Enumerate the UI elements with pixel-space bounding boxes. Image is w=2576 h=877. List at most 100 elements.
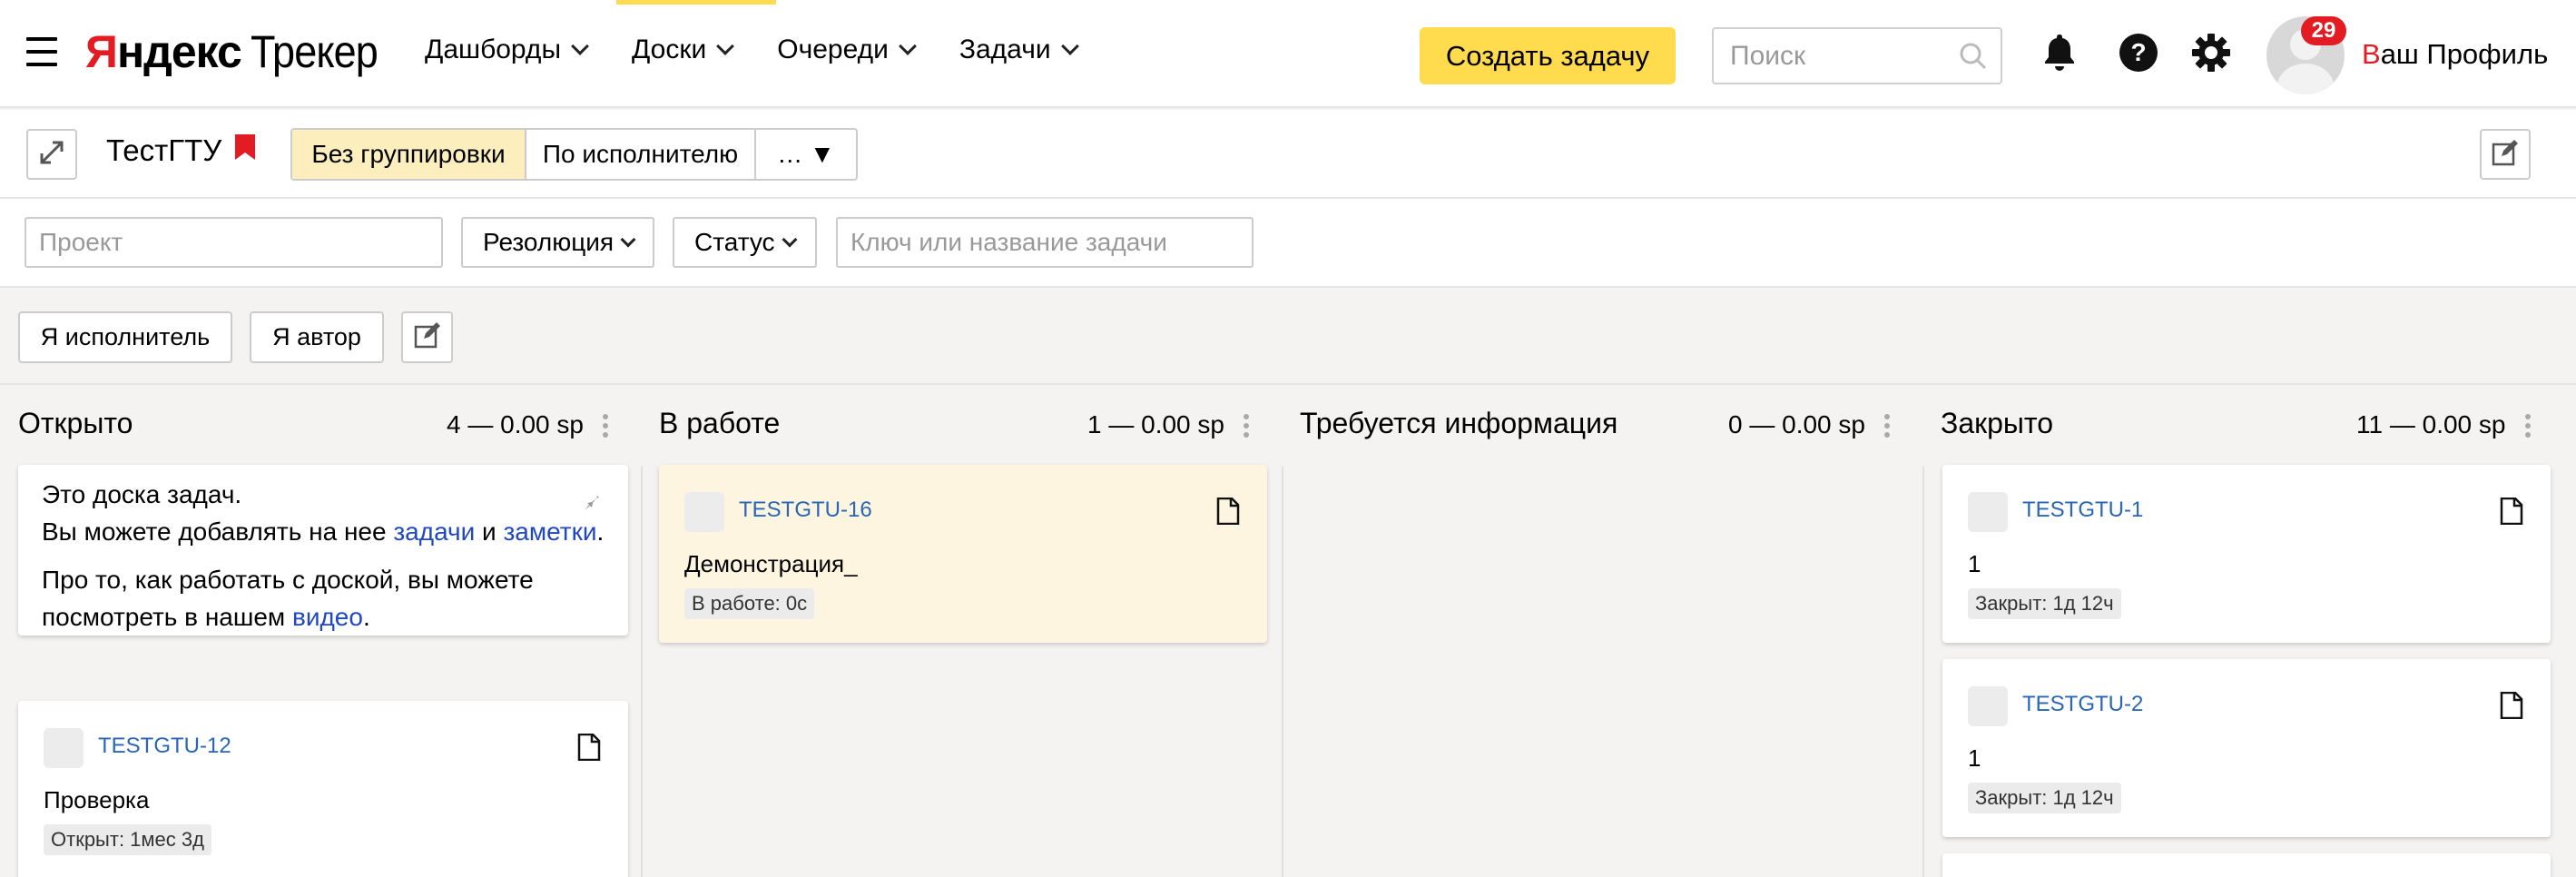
chevron-down-icon xyxy=(782,232,798,248)
active-nav-indicator xyxy=(616,0,776,5)
document-icon[interactable] xyxy=(577,733,601,765)
chevron-down-icon xyxy=(716,37,735,55)
column-count: 11 — 0.00 sp xyxy=(2356,410,2506,438)
video-link[interactable]: видео xyxy=(292,603,363,631)
user-avatar[interactable]: 29 xyxy=(2266,16,2346,94)
column-title: В работе xyxy=(659,407,781,439)
column-title: Закрыто xyxy=(1941,407,2054,439)
column-menu-icon[interactable] xyxy=(603,414,610,441)
info-line-1: Это доска задач. xyxy=(42,480,242,508)
resolution-select[interactable]: Резолюция xyxy=(461,217,654,268)
column-title: Требуется информация xyxy=(1300,407,1618,439)
menu-boards[interactable]: Доски xyxy=(632,34,735,65)
task-card[interactable]: TESTGTU-12 Проверка Открыт: 1мес 3д xyxy=(18,701,628,877)
board-title: ТестГТУ xyxy=(106,133,256,168)
column-count: 1 — 0.00 sp xyxy=(1087,410,1224,438)
filters-bar: Резолюция Статус xyxy=(0,199,2576,288)
column-menu-icon[interactable] xyxy=(2525,414,2532,441)
assignee-avatar xyxy=(1968,492,2008,532)
board: Открыто 4 — 0.00 sp Это доска задач. Вы … xyxy=(0,387,2576,877)
key-filter xyxy=(836,217,1254,268)
document-icon[interactable] xyxy=(1216,497,1240,529)
grouping-by-assignee[interactable]: По исполнителю xyxy=(526,130,756,179)
task-card[interactable]: TESTGTU-2 1 Закрыт: 1д 12ч xyxy=(1942,659,2551,837)
column-open: Открыто 4 — 0.00 sp Это доска задач. Вы … xyxy=(0,387,641,877)
column-closed: Закрыто 11 — 0.00 sp TESTGTU-1 1 Закрыт:… xyxy=(1922,387,2576,877)
gear-icon[interactable] xyxy=(2191,33,2231,77)
document-icon[interactable] xyxy=(2500,691,2523,724)
profile-link[interactable]: Ваш Профиль xyxy=(2362,38,2548,71)
task-card[interactable]: TESTGTU-1 1 Закрыт: 1д 12ч xyxy=(1942,465,2551,643)
status-badge: Закрыт: 1д 12ч xyxy=(1968,783,2121,813)
hamburger-menu-icon[interactable] xyxy=(26,37,57,66)
quick-filters: Я исполнитель Я автор xyxy=(0,288,2576,385)
task-key-link[interactable]: TESTGTU-12 xyxy=(98,734,231,759)
main-menu: Дашборды Доски Очереди Задачи xyxy=(425,34,1079,65)
task-key-link[interactable]: TESTGTU-1 xyxy=(2022,498,2143,523)
edit-board-button[interactable] xyxy=(2480,129,2531,180)
chevron-down-icon xyxy=(620,232,636,248)
tasks-link[interactable]: задачи xyxy=(393,517,475,546)
pin-icon[interactable] xyxy=(583,487,605,515)
key-or-name-input[interactable] xyxy=(838,219,1252,266)
grouping-more-dropdown[interactable]: … ▼ xyxy=(756,130,856,179)
project-filter xyxy=(25,217,443,268)
me-assignee-button[interactable]: Я исполнитель xyxy=(18,311,232,363)
svg-text:?: ? xyxy=(2130,38,2146,66)
notes-link[interactable]: заметки xyxy=(503,517,596,546)
task-card[interactable]: TESTGTU-16 Демонстрация_ В работе: 0с xyxy=(659,465,1267,643)
status-badge: В работе: 0с xyxy=(684,588,815,619)
assignee-avatar xyxy=(1968,686,2008,726)
chevron-down-icon xyxy=(1060,37,1079,55)
status-badge: Открыт: 1мес 3д xyxy=(44,824,211,855)
task-key-link[interactable]: TESTGTU-16 xyxy=(739,498,872,523)
menu-tasks[interactable]: Задачи xyxy=(959,34,1079,65)
column-need-info: Требуется информация 0 — 0.00 sp xyxy=(1282,387,1922,877)
project-input[interactable] xyxy=(26,219,441,266)
task-name: 1 xyxy=(1968,744,1981,772)
assignee-avatar xyxy=(684,492,724,532)
grouping-none[interactable]: Без группировки xyxy=(292,130,526,179)
column-menu-icon[interactable] xyxy=(1244,414,1251,441)
column-title: Открыто xyxy=(18,407,133,439)
column-count: 4 — 0.00 sp xyxy=(447,410,584,438)
board-info-note: Это доска задач. Вы можете добавлять на … xyxy=(18,465,628,636)
me-author-button[interactable]: Я автор xyxy=(250,311,384,363)
info-line-3: Про то, как работать с доской, вы можете xyxy=(42,566,534,594)
menu-queues[interactable]: Очереди xyxy=(777,34,917,65)
task-name: Проверка xyxy=(44,786,150,813)
status-select[interactable]: Статус xyxy=(673,217,817,268)
board-toolbar: ТестГТУ Без группировки По исполнителю …… xyxy=(0,110,2576,199)
chevron-down-icon xyxy=(898,37,917,55)
chevron-down-icon xyxy=(571,37,589,55)
search-input[interactable] xyxy=(1714,29,1941,83)
status-badge: Закрыт: 1д 12ч xyxy=(1968,588,2121,619)
edit-icon xyxy=(413,320,442,354)
fullscreen-button[interactable] xyxy=(26,129,77,180)
search-box xyxy=(1712,27,2002,84)
assignee-avatar xyxy=(44,728,84,768)
column-in-progress: В работе 1 — 0.00 sp TESTGTU-16 Демонстр… xyxy=(641,387,1282,877)
task-key-link[interactable]: TESTGTU-2 xyxy=(2022,692,2143,717)
menu-dashboards[interactable]: Дашборды xyxy=(425,34,589,65)
task-name: 1 xyxy=(1968,550,1981,577)
info-line-4: посмотреть в нашем видео. xyxy=(42,603,370,631)
task-card[interactable] xyxy=(1942,853,2551,877)
help-icon[interactable]: ? xyxy=(2119,33,2158,77)
edit-quick-filters-button[interactable] xyxy=(401,311,453,363)
task-name: Демонстрация_ xyxy=(684,550,858,577)
bell-icon[interactable] xyxy=(2042,33,2077,77)
search-icon[interactable] xyxy=(1959,42,1988,75)
create-task-button[interactable]: Создать задачу xyxy=(1420,27,1676,84)
yandex-tracker-logo[interactable]: Яндекс Трекер xyxy=(85,25,391,80)
info-line-2: Вы можете добавлять на нее задачи и заме… xyxy=(42,517,605,546)
document-icon[interactable] xyxy=(2500,497,2523,529)
edit-icon xyxy=(2491,138,2520,172)
top-header: Яндекс Трекер Дашборды Доски Очереди Зад… xyxy=(0,0,2576,108)
column-menu-icon[interactable] xyxy=(1884,414,1892,441)
expand-icon xyxy=(36,137,67,172)
column-count: 0 — 0.00 sp xyxy=(1728,410,1865,438)
bookmark-icon[interactable] xyxy=(234,133,256,168)
grouping-switcher: Без группировки По исполнителю … ▼ xyxy=(290,128,858,181)
notification-badge: 29 xyxy=(2301,16,2346,45)
